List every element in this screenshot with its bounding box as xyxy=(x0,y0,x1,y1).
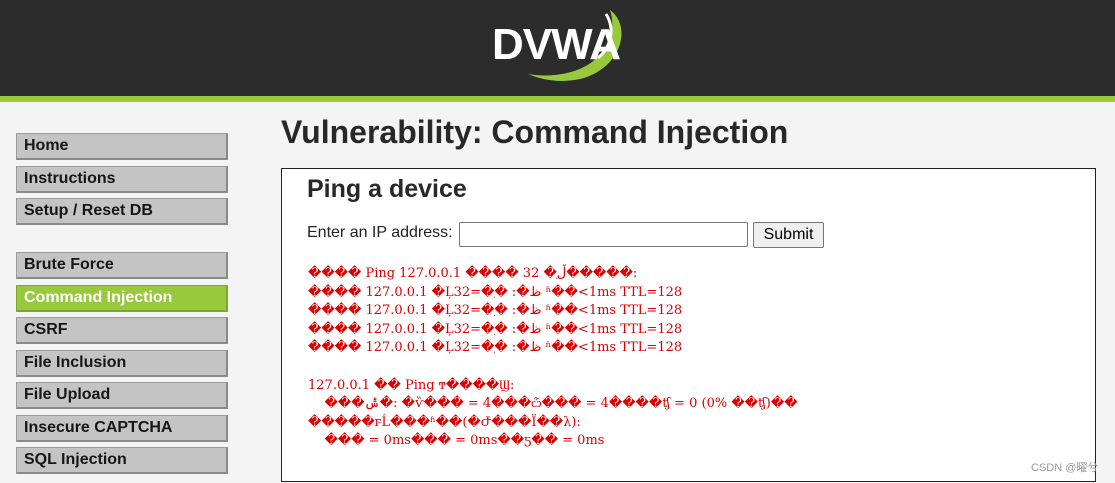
ping-output-line: ���ݰ�: �ѷ��� = 4���ѽ��� = 4����ʧ = 0 (0%… xyxy=(308,396,798,412)
menu-item-command-injection[interactable]: Command Injection xyxy=(16,284,228,312)
menu-item-insecure-captcha[interactable]: Insecure CAPTCHA xyxy=(16,414,228,442)
menu-item-file-upload[interactable]: File Upload xyxy=(16,382,228,409)
ip-address-label: Enter an IP address: xyxy=(307,224,453,241)
ping-output-line: ���� Ping 127.0.0.1 ���� 32 �ֽڵ�����: xyxy=(308,266,638,281)
menu-item-instructions[interactable]: Instructions xyxy=(16,165,228,193)
main-menu-group-vulnerabilities: Brute Force Command Injection CSRF File Inc… xyxy=(16,252,228,480)
dvwa-logo-text: DVWA xyxy=(492,20,621,69)
ping-output-line: ���� 127.0.0.1 �Ļظ�: �ֽ�=32 ʱ��<1ms TTL=… xyxy=(308,303,683,319)
vulnerability-panel: Ping a device Enter an IP address: Submi… xyxy=(281,168,1096,482)
ip-address-input[interactable] xyxy=(459,222,748,247)
menu-item-sql-injection[interactable]: SQL Injection xyxy=(16,447,228,474)
ping-output-line: ���� 127.0.0.1 �Ļظ�: �ֽ�=32 ʱ��<1ms TTL=… xyxy=(308,284,683,300)
menu-item-home[interactable]: Home xyxy=(16,133,228,160)
ping-output-line: �����г̵Ĺ���ʱ��(�Ժ���Ϊ��λ): xyxy=(308,414,581,430)
menu-item-csrf[interactable]: CSRF xyxy=(16,317,228,344)
panel-title: Ping a device xyxy=(307,175,467,203)
ping-output-line: 127.0.0.1 �� Ping ͳ����Ϣ: xyxy=(308,377,515,393)
ping-output: ���� Ping 127.0.0.1 ���� 32 �ֽڵ�����: ��… xyxy=(308,265,798,451)
menu-item-file-inclusion[interactable]: File Inclusion xyxy=(16,349,228,377)
menu-item-brute-force[interactable]: Brute Force xyxy=(16,252,228,279)
submit-button[interactable]: Submit xyxy=(753,222,824,248)
main-menu-group-general: Home Instructions Setup / Reset DB xyxy=(16,133,228,231)
ping-output-line: ���� 127.0.0.1 �Ļظ�: �ֽ�=32 ʱ��<1ms TTL=… xyxy=(308,321,683,337)
ping-output-line: ��� = 0ms��� = 0ms��ƽ�� = 0ms xyxy=(308,433,605,449)
menu-item-setup-reset-db[interactable]: Setup / Reset DB xyxy=(16,198,228,225)
csdn-watermark: CSDN @曜兮 xyxy=(1031,462,1099,474)
page-title: Vulnerability: Command Injection xyxy=(281,114,789,150)
ping-output-line: ���� 127.0.0.1 �Ļظ�: �ֽ�=32 ʱ��<1ms TTL=… xyxy=(308,340,683,356)
header-accent-stripe xyxy=(0,96,1115,102)
